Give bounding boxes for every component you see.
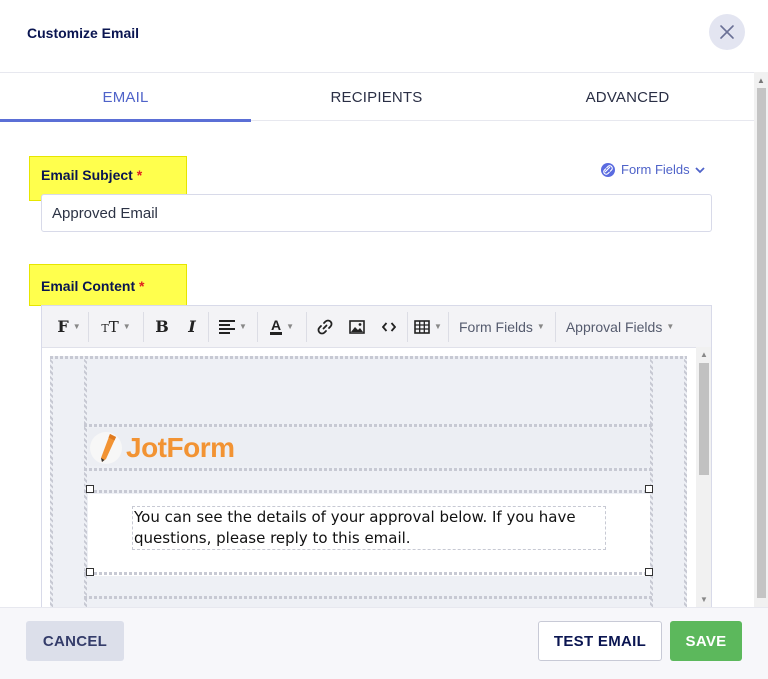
font-size-button[interactable]: TT ▼ [91, 312, 141, 342]
email-message-text[interactable]: You can see the details of your approval… [132, 506, 606, 550]
font-size-icon: TT [101, 317, 119, 336]
code-icon [382, 321, 396, 332]
toolbar-divider [257, 311, 258, 342]
table-border [84, 424, 653, 427]
email-subject-input[interactable] [41, 194, 712, 232]
logo-row: JotForm [88, 428, 650, 466]
close-icon [720, 25, 734, 39]
resize-handle[interactable] [86, 485, 94, 493]
font-family-button[interactable]: F ▼ [52, 312, 86, 342]
toolbar-divider [554, 311, 556, 342]
chevron-down-icon: ▼ [122, 322, 131, 331]
email-content-label-text: Email Content [41, 278, 136, 294]
table-icon [414, 319, 430, 334]
required-mark: * [136, 167, 143, 183]
form-fields-label: Form Fields [621, 162, 690, 177]
link-button[interactable] [309, 312, 341, 342]
toolbar-divider [407, 311, 408, 342]
toolbar-form-fields-dropdown[interactable]: Form Fields ▼ [451, 312, 553, 342]
resize-handle[interactable] [86, 568, 94, 576]
form-fields-dropdown[interactable]: Form Fields [601, 162, 705, 177]
dialog-scrollbar[interactable]: ▲ [754, 72, 768, 607]
test-email-button[interactable]: TEST EMAIL [538, 621, 662, 661]
text-color-button[interactable]: A ▼ [260, 312, 304, 342]
code-button[interactable] [373, 312, 405, 342]
toolbar-divider [448, 311, 449, 342]
scroll-up-icon[interactable]: ▲ [757, 76, 765, 85]
email-subject-label: Email Subject * [41, 167, 142, 183]
tab-advanced[interactable]: ADVANCED [502, 73, 753, 121]
scroll-down-icon[interactable]: ▼ [700, 595, 708, 604]
table-border [84, 490, 653, 493]
editor-toolbar: F ▼ TT ▼ B I ▼ A ▼ ▼ Form Fields ▼ Appro… [42, 306, 711, 348]
chevron-down-icon: ▼ [286, 322, 295, 331]
close-button[interactable] [709, 14, 745, 50]
toolbar-divider [143, 311, 144, 342]
table-border [50, 356, 53, 607]
jotform-logo-text: JotForm [126, 432, 235, 463]
text-color-icon: A [269, 317, 283, 335]
align-button[interactable]: ▼ [211, 312, 255, 342]
dialog-footer: CANCEL TEST EMAIL SAVE [0, 607, 768, 679]
image-button[interactable] [341, 312, 373, 342]
table-border [50, 356, 687, 359]
message-row[interactable]: You can see the details of your approval… [88, 494, 650, 576]
image-icon [349, 319, 365, 334]
align-icon [219, 319, 236, 334]
form-fields-icon [601, 162, 615, 177]
toolbar-divider [88, 311, 89, 342]
chevron-down-icon: ▼ [239, 322, 247, 331]
chevron-down-icon: ▼ [72, 322, 81, 331]
scrollbar-thumb[interactable] [699, 363, 709, 475]
tab-bar: EMAIL RECIPIENTS ADVANCED [0, 72, 754, 122]
toolbar-approval-fields-label: Approval Fields [565, 318, 663, 335]
jotform-pencil-icon [90, 432, 122, 464]
table-border [84, 572, 653, 575]
table-border [684, 356, 687, 607]
tab-recipients[interactable]: RECIPIENTS [251, 73, 502, 121]
font-family-icon: F [57, 317, 69, 336]
tab-email[interactable]: EMAIL [0, 73, 251, 122]
bold-button[interactable]: B [146, 312, 178, 342]
cancel-button[interactable]: CANCEL [26, 621, 124, 661]
save-button[interactable]: SAVE [670, 621, 742, 661]
chevron-down-icon: ▼ [536, 322, 545, 331]
email-content-editor[interactable]: F ▼ TT ▼ B I ▼ A ▼ ▼ Form Fields ▼ Appro… [41, 305, 712, 607]
toolbar-divider [208, 311, 209, 342]
italic-icon: I [188, 317, 196, 336]
scroll-up-icon[interactable]: ▲ [700, 350, 708, 359]
table-border [84, 468, 653, 471]
table-border [84, 596, 653, 599]
dialog-header: Customize Email [0, 0, 768, 72]
toolbar-form-fields-label: Form Fields [459, 318, 533, 335]
chevron-down-icon [694, 166, 705, 173]
jotform-logo: JotForm [90, 432, 235, 464]
email-body-canvas[interactable]: JotForm You can see the details of your … [50, 356, 687, 607]
toolbar-divider [306, 311, 307, 342]
email-content-label: Email Content * [41, 278, 144, 294]
required-mark: * [139, 278, 145, 294]
dialog-title: Customize Email [27, 25, 140, 41]
link-icon [317, 319, 333, 334]
toolbar-approval-fields-dropdown[interactable]: Approval Fields ▼ [558, 312, 682, 342]
bold-icon: B [155, 317, 169, 336]
chevron-down-icon: ▼ [666, 322, 675, 331]
chevron-down-icon: ▼ [434, 322, 442, 331]
scrollbar-thumb[interactable] [757, 88, 766, 598]
editor-scrollbar[interactable]: ▲ ▼ [696, 347, 711, 607]
resize-handle[interactable] [645, 485, 653, 493]
table-button[interactable]: ▼ [410, 312, 446, 342]
email-subject-label-text: Email Subject [41, 167, 133, 183]
italic-button[interactable]: I [178, 312, 206, 342]
resize-handle[interactable] [645, 568, 653, 576]
